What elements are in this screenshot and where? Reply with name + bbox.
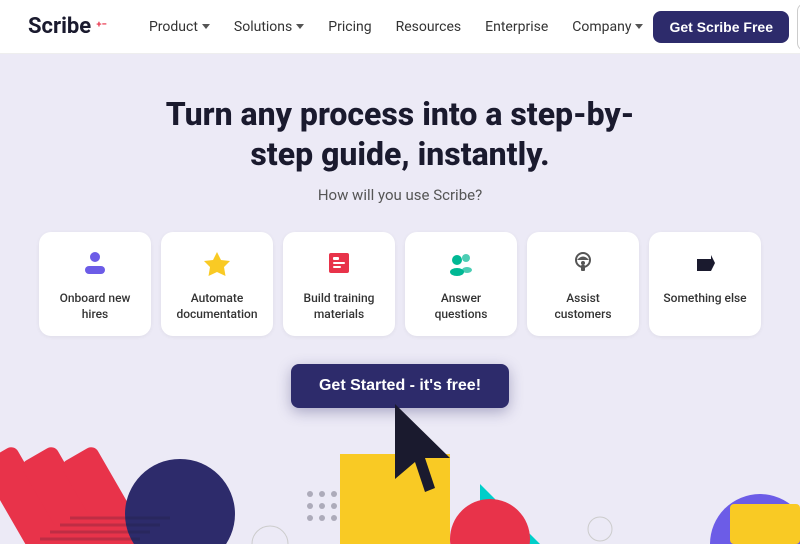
use-case-else[interactable]: Something else (649, 232, 761, 336)
nav-solutions[interactable]: Solutions (224, 13, 314, 41)
navbar: Scribe ⁺⁻ Product Solutions Pricing Resou… (0, 0, 800, 54)
automate-icon (204, 250, 230, 281)
get-scribe-free-button[interactable]: Get Scribe Free (653, 11, 789, 43)
hero-content: Turn any process into a step-by-step gui… (19, 54, 781, 428)
nav-resources[interactable]: Resources (386, 13, 472, 41)
training-icon (326, 250, 352, 281)
chevron-down-icon (296, 24, 304, 29)
nav-actions: Get Scribe Free Sign In (653, 3, 800, 51)
else-label: Something else (663, 291, 746, 307)
else-icon (692, 250, 718, 281)
hero-subtitle: How will you use Scribe? (318, 186, 482, 204)
nav-links: Product Solutions Pricing Resources Ente… (139, 13, 654, 41)
use-case-onboard[interactable]: Onboard new hires (39, 232, 151, 336)
automate-label: Automate documentation (173, 291, 261, 322)
questions-label: Answer questions (417, 291, 505, 322)
hero-title: Turn any process into a step-by-step gui… (160, 94, 640, 174)
nav-company[interactable]: Company (562, 13, 653, 41)
customers-label: Assist customers (539, 291, 627, 322)
logo-text: Scribe (28, 14, 91, 39)
customers-icon (570, 250, 596, 281)
chevron-down-icon (202, 24, 210, 29)
nav-pricing[interactable]: Pricing (318, 13, 381, 41)
use-cases-grid: Onboard new hires Automate documentation (39, 232, 761, 336)
page-wrapper: Scribe ⁺⁻ Product Solutions Pricing Resou… (0, 0, 800, 544)
questions-icon (448, 250, 474, 281)
hero-section: Turn any process into a step-by-step gui… (0, 54, 800, 544)
logo-mark: ⁺⁻ (96, 19, 107, 35)
use-case-automate[interactable]: Automate documentation (161, 232, 273, 336)
nav-enterprise[interactable]: Enterprise (475, 13, 558, 41)
logo[interactable]: Scribe ⁺⁻ (28, 14, 107, 39)
use-case-customers[interactable]: Assist customers (527, 232, 639, 336)
chevron-down-icon (635, 24, 643, 29)
onboard-icon (82, 250, 108, 281)
nav-product[interactable]: Product (139, 13, 220, 41)
onboard-label: Onboard new hires (51, 291, 139, 322)
get-started-button[interactable]: Get Started - it's free! (291, 364, 509, 408)
use-case-training[interactable]: Build training materials (283, 232, 395, 336)
use-case-questions[interactable]: Answer questions (405, 232, 517, 336)
training-label: Build training materials (295, 291, 383, 322)
